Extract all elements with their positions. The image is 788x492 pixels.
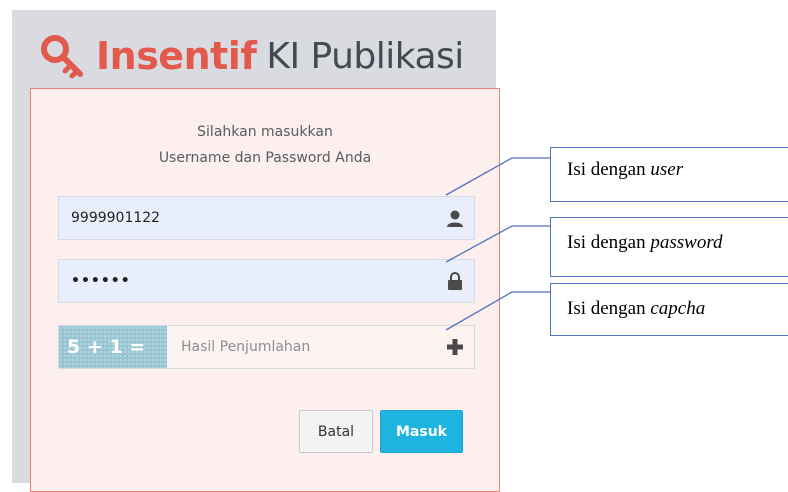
callout-captcha: Isi dengan capcha <box>550 283 788 336</box>
callout-line-captcha <box>445 291 550 331</box>
callout-prefix: Isi dengan <box>567 232 651 253</box>
callout-prefix: Isi dengan <box>567 159 651 180</box>
callout-term: user <box>650 159 684 180</box>
callout-line-user <box>445 157 550 196</box>
callout-term: password <box>650 232 723 253</box>
callout-term: capcha <box>650 298 706 319</box>
callout-prefix: Isi dengan <box>567 298 651 319</box>
callout-user: Isi dengan user <box>550 147 788 202</box>
callout-line-password <box>445 225 550 263</box>
callout-password: Isi dengan password <box>550 217 788 277</box>
